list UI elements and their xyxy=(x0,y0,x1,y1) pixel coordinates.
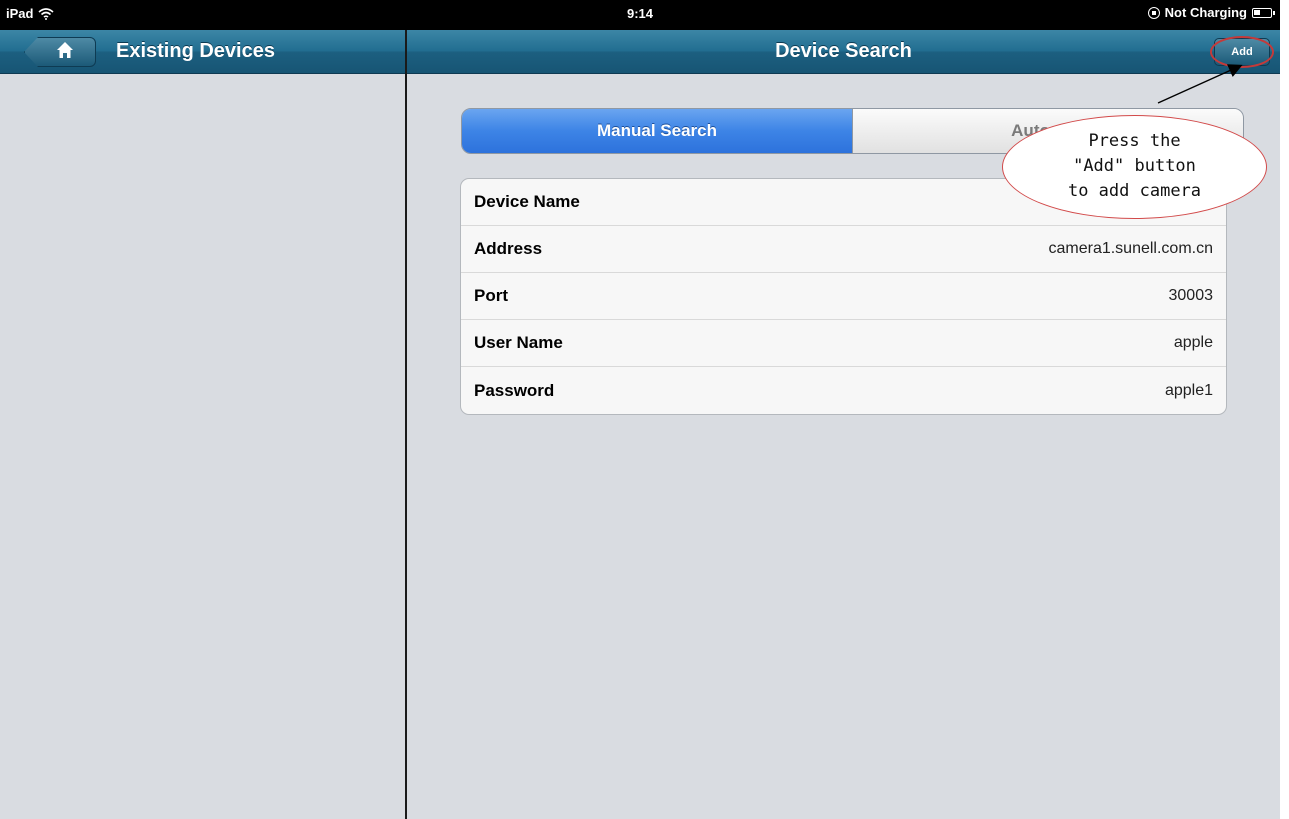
right-nav-bar: Device Search Add xyxy=(407,30,1280,74)
tab-manual-search[interactable]: Manual Search xyxy=(462,109,852,153)
status-bar: iPad 9:14 Not Charging xyxy=(0,0,1280,30)
tab-automatic-search[interactable]: Automati xyxy=(852,109,1243,153)
user-name-label: User Name xyxy=(474,333,563,352)
user-name-field[interactable]: apple xyxy=(1174,334,1213,352)
search-mode-segmented-control: Manual Search Automati xyxy=(461,108,1244,154)
battery-icon xyxy=(1252,7,1275,18)
password-row[interactable]: Password apple1 xyxy=(461,367,1226,414)
address-row[interactable]: Address camera1.sunell.com.cn xyxy=(461,226,1226,273)
status-time: 9:14 xyxy=(626,6,654,21)
ipad-screen: iPad 9:14 Not Charging Existing Devices xyxy=(0,0,1280,819)
port-row[interactable]: Port 30003 xyxy=(461,273,1226,320)
rotation-lock-icon xyxy=(1147,6,1160,19)
add-button[interactable]: Add xyxy=(1214,38,1270,66)
user-name-row[interactable]: User Name apple xyxy=(461,320,1226,367)
device-form: Device Name Address camera1.sunell.com.c… xyxy=(460,178,1227,415)
left-nav-bar: Existing Devices xyxy=(0,30,405,74)
port-field[interactable]: 30003 xyxy=(1169,287,1214,305)
password-field[interactable]: apple1 xyxy=(1165,382,1213,400)
device-search-panel: Manual Search Automati Device Name Addre… xyxy=(407,75,1280,819)
charging-status: Not Charging xyxy=(1164,5,1247,20)
address-label: Address xyxy=(474,239,543,258)
existing-devices-list xyxy=(0,75,405,819)
status-right: Not Charging xyxy=(1147,5,1275,20)
device-search-title: Device Search xyxy=(775,40,912,62)
port-label: Port xyxy=(474,286,508,305)
home-icon xyxy=(57,42,73,58)
device-name-label: Device Name xyxy=(474,192,580,211)
home-button[interactable] xyxy=(24,37,96,67)
password-label: Password xyxy=(474,380,555,400)
device-name-row[interactable]: Device Name xyxy=(461,179,1226,226)
address-field[interactable]: camera1.sunell.com.cn xyxy=(1048,240,1213,258)
existing-devices-title: Existing Devices xyxy=(116,40,275,62)
page-margin xyxy=(1280,0,1289,819)
